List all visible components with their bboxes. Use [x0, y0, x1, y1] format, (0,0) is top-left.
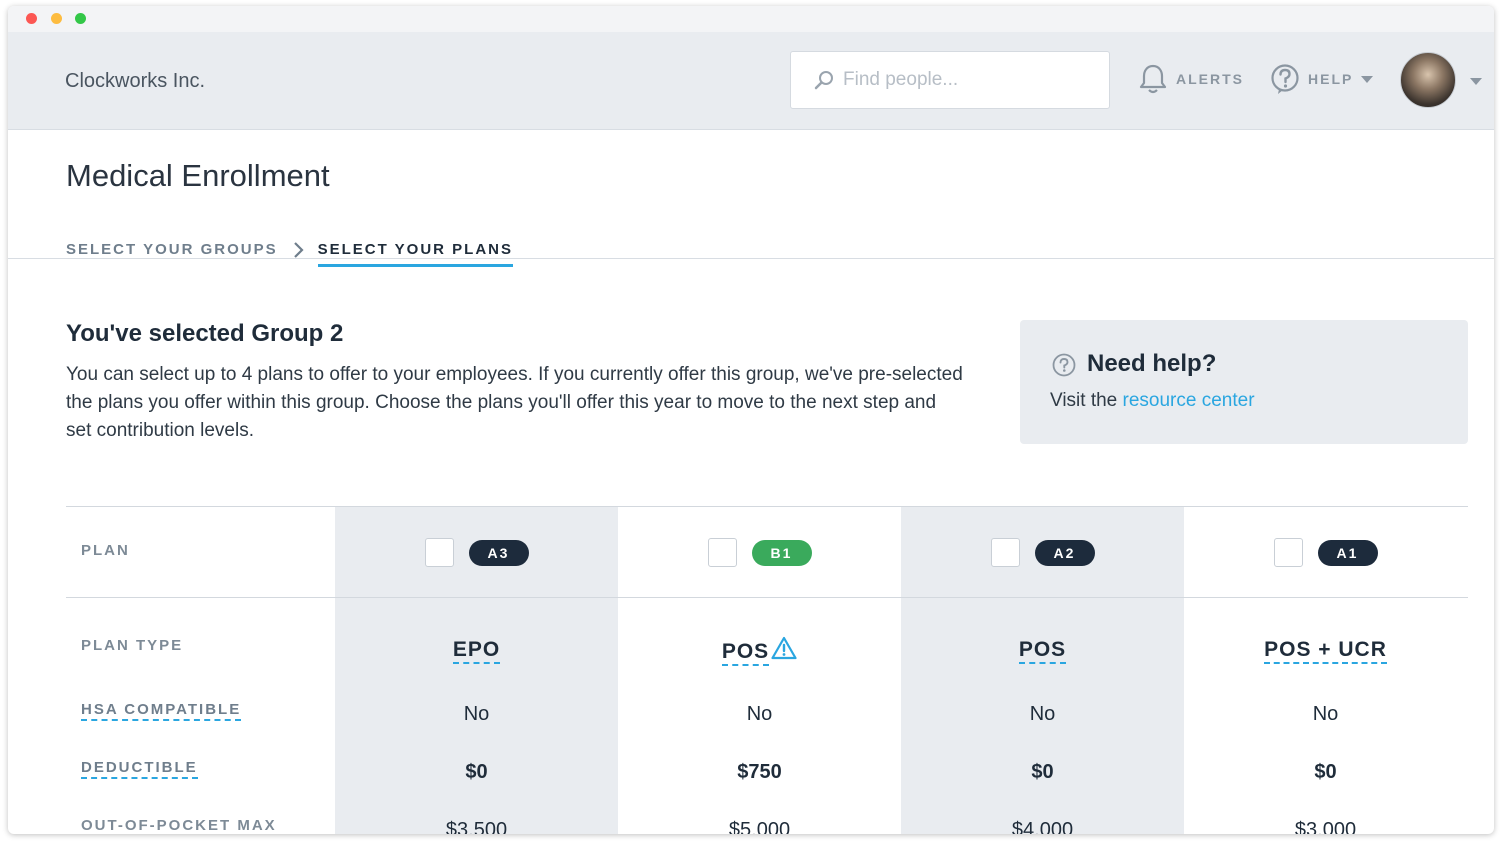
top-navigation-bar: Clockworks Inc. ALERTS HELP — [8, 32, 1494, 130]
window-titlebar — [8, 6, 1494, 32]
help-panel-text: Visit the resource center — [1050, 390, 1255, 412]
plan-checkbox[interactable] — [990, 538, 1020, 567]
breadcrumb-steps: SELECT YOUR GROUPS SELECT YOUR PLANS — [66, 232, 514, 267]
chevron-right-icon — [293, 241, 304, 258]
step-select-groups[interactable]: SELECT YOUR GROUPS — [66, 241, 278, 258]
plan-type-value[interactable]: EPO — [452, 638, 501, 664]
plan-type-value[interactable]: POS + UCR — [1264, 638, 1387, 664]
table-top-border — [66, 506, 1468, 507]
search-input[interactable] — [843, 62, 1093, 98]
table-header-divider — [66, 597, 1468, 598]
company-name: Clockworks Inc. — [65, 70, 206, 92]
alerts-button[interactable]: ALERTS — [1138, 62, 1244, 96]
tab-divider — [8, 258, 1494, 259]
plan-type-cell: POS — [618, 636, 901, 666]
people-search[interactable] — [790, 51, 1110, 109]
help-panel-prefix: Visit the — [1050, 390, 1118, 411]
hsa-value: No — [1029, 703, 1056, 725]
question-circle-icon — [1271, 64, 1299, 94]
plan-checkbox[interactable] — [1273, 538, 1303, 567]
page-title: Medical Enrollment — [66, 158, 330, 193]
chevron-down-icon — [1361, 75, 1374, 83]
plan-badge: B1 — [751, 539, 812, 566]
plan-header-cell: B1 — [618, 538, 901, 567]
bell-icon — [1139, 64, 1167, 94]
plan-type-cell: POS + UCR — [1184, 638, 1467, 664]
plan-comparison-table: PLAN PLAN TYPE HSA COMPATIBLE DEDUCTIBLE… — [66, 506, 1468, 834]
hsa-value: No — [463, 703, 490, 725]
help-label: HELP — [1308, 71, 1354, 87]
avatar-menu-chevron-down-icon[interactable] — [1470, 78, 1482, 85]
plan-checkbox[interactable] — [707, 538, 737, 567]
row-label-hsa-compatible[interactable]: HSA COMPATIBLE — [81, 701, 242, 721]
close-window-button[interactable] — [26, 13, 37, 24]
group-title: You've selected Group 2 — [66, 320, 344, 347]
row-label-out-of-pocket-max: OUT-OF-POCKET MAX — [81, 817, 277, 834]
hsa-value: No — [746, 703, 773, 725]
deductible-value: $0 — [465, 761, 488, 783]
hsa-value: No — [1312, 703, 1339, 725]
deductible-value: $0 — [1314, 761, 1337, 783]
warning-triangle-icon[interactable] — [771, 636, 797, 660]
plan-badge: A3 — [468, 539, 529, 566]
row-label-plan: PLAN — [81, 542, 130, 559]
deductible-value: $0 — [1031, 761, 1054, 783]
search-icon — [814, 71, 833, 90]
user-avatar[interactable] — [1400, 52, 1456, 108]
resource-center-link[interactable]: resource center — [1123, 390, 1255, 411]
help-panel-title: Need help? — [1087, 350, 1217, 377]
row-label-deductible[interactable]: DEDUCTIBLE — [81, 759, 198, 779]
plan-header-cell: A3 — [335, 538, 618, 567]
plan-type-cell: POS — [901, 638, 1184, 664]
alerts-label: ALERTS — [1176, 71, 1244, 87]
row-label-plan-type: PLAN TYPE — [81, 637, 184, 654]
out-of-pocket-value: $3,500 — [445, 819, 508, 834]
plan-type-value[interactable]: POS — [1018, 638, 1067, 664]
plan-badge: A2 — [1034, 539, 1095, 566]
group-description: You can select up to 4 plans to offer to… — [66, 364, 963, 441]
help-panel: Need help? Visit the resource center — [1020, 320, 1468, 444]
question-circle-icon — [1052, 353, 1076, 377]
deductible-value: $750 — [737, 761, 782, 783]
out-of-pocket-value: $3,000 — [1294, 819, 1357, 834]
minimize-window-button[interactable] — [51, 13, 62, 24]
plan-type-cell: EPO — [335, 638, 618, 664]
out-of-pocket-value: $4,000 — [1011, 819, 1074, 834]
out-of-pocket-value: $5,000 — [728, 819, 791, 834]
maximize-window-button[interactable] — [75, 13, 86, 24]
browser-window: Clockworks Inc. ALERTS HELP — [8, 6, 1494, 834]
plan-header-cell: A2 — [901, 538, 1184, 567]
plan-header-cell: A1 — [1184, 538, 1467, 567]
help-menu-button[interactable]: HELP — [1270, 62, 1374, 96]
plan-type-value[interactable]: POS — [721, 640, 770, 666]
plan-badge: A1 — [1317, 539, 1378, 566]
step-select-plans[interactable]: SELECT YOUR PLANS — [317, 241, 514, 267]
plan-checkbox[interactable] — [424, 538, 454, 567]
